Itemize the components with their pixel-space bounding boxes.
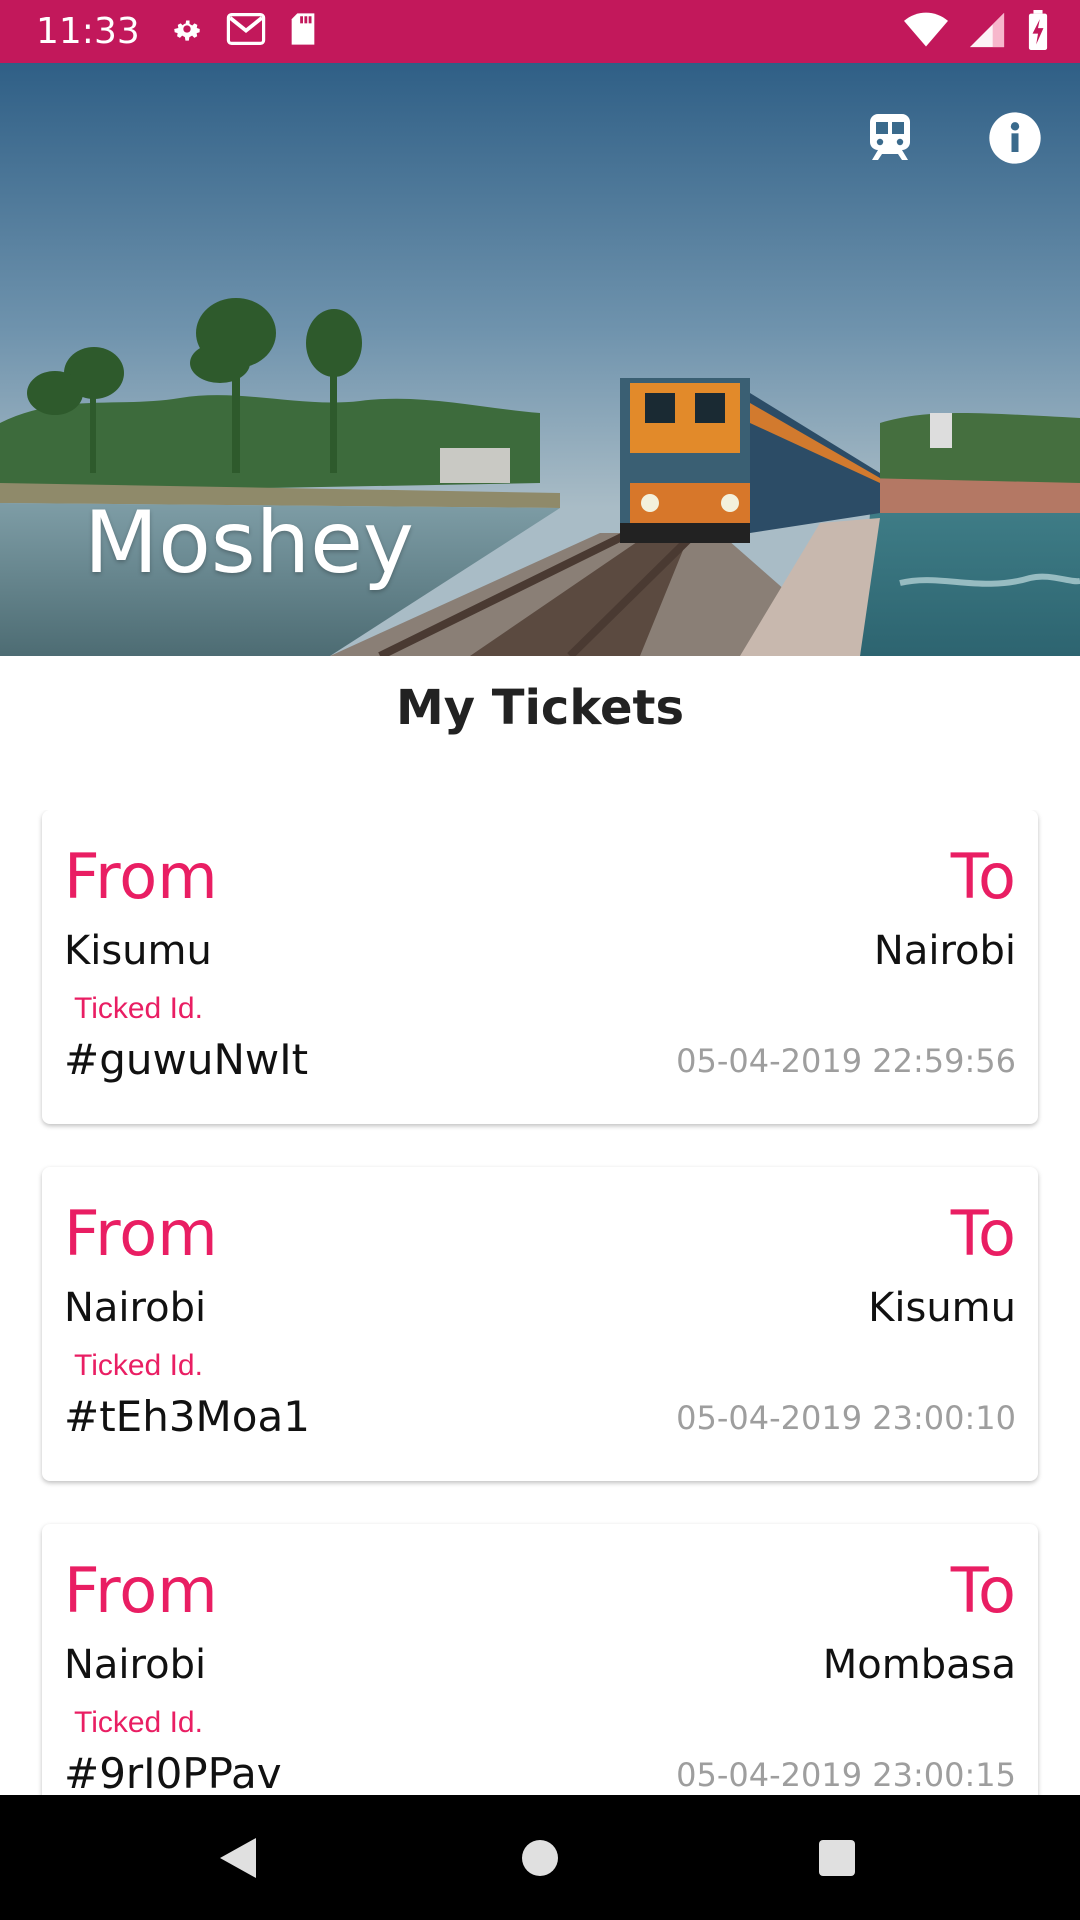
page-title: My Tickets [395, 680, 685, 736]
to-label: To [950, 1554, 1016, 1627]
to-label: To [950, 1197, 1016, 1270]
info-icon[interactable] [980, 103, 1050, 173]
ticket-id: #tEh3Moa1 [64, 1392, 310, 1441]
battery-charging-icon [1026, 10, 1050, 55]
status-bar: 11:33 [0, 0, 1080, 63]
cell-signal-icon [968, 11, 1006, 54]
from-city: Kisumu [64, 928, 212, 974]
to-city: Mombasa [822, 1642, 1016, 1688]
ticket-card[interactable]: From To Nairobi Mombasa Ticked Id. #9rI0… [42, 1524, 1038, 1795]
user-name: Moshey [84, 493, 414, 593]
tickets-list[interactable]: From To Kisumu Nairobi Ticked Id. #guwuN… [0, 810, 1080, 1795]
train-icon[interactable] [855, 103, 925, 173]
ticket-id: #9rI0PPav [64, 1749, 282, 1795]
ticket-id-label: Ticked Id. [74, 992, 203, 1025]
to-city: Kisumu [868, 1285, 1016, 1331]
home-icon[interactable] [515, 1833, 565, 1883]
sd-card-icon [288, 12, 318, 51]
ticket-id: #guwuNwIt [64, 1035, 309, 1084]
header: Moshey [0, 63, 1080, 656]
ticket-id-label: Ticked Id. [74, 1349, 203, 1382]
gear-icon [170, 12, 204, 51]
to-city: Nairobi [873, 928, 1016, 974]
status-icons-right [904, 10, 1050, 55]
wifi-icon [904, 11, 948, 54]
status-time: 11:33 [36, 11, 140, 52]
ticket-timestamp: 05-04-2019 23:00:10 [676, 1399, 1016, 1437]
ticket-card[interactable]: From To Nairobi Kisumu Ticked Id. #tEh3M… [42, 1167, 1038, 1481]
status-icons-left [170, 12, 318, 51]
ticket-card[interactable]: From To Kisumu Nairobi Ticked Id. #guwuN… [42, 810, 1038, 1124]
from-label: From [64, 1197, 218, 1270]
to-label: To [950, 840, 1016, 913]
from-city: Nairobi [64, 1642, 207, 1688]
from-label: From [64, 840, 218, 913]
from-city: Nairobi [64, 1285, 207, 1331]
navigation-bar [0, 1795, 1080, 1920]
recents-icon[interactable] [812, 1833, 862, 1883]
ticket-timestamp: 05-04-2019 23:00:15 [676, 1756, 1016, 1794]
ticket-id-label: Ticked Id. [74, 1706, 203, 1739]
from-label: From [64, 1554, 218, 1627]
ticket-timestamp: 05-04-2019 22:59:56 [676, 1042, 1016, 1080]
gmail-icon [226, 12, 266, 50]
back-icon[interactable] [213, 1833, 263, 1883]
